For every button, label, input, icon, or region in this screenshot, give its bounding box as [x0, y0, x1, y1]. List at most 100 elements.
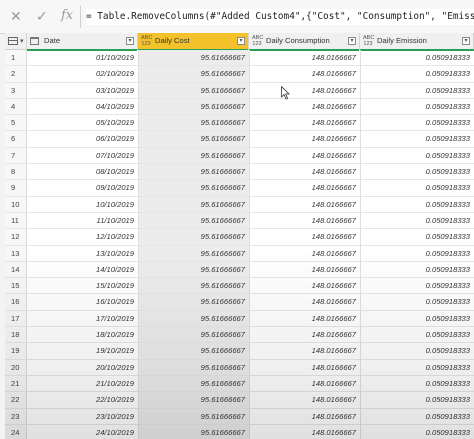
table-row[interactable]: 18 18/10/2019 95.61666667 148.0166667 0.0509… — [5, 327, 474, 344]
check-icon[interactable]: ✓ — [36, 9, 48, 23]
cell-daily-cost[interactable]: 95.61666667 — [138, 343, 249, 359]
cell-daily-cost[interactable]: 95.61666667 — [138, 294, 249, 310]
row-number[interactable]: 3 — [5, 82, 27, 98]
cell-daily-consumption[interactable]: 148.0166667 — [249, 343, 360, 358]
cell-date[interactable]: 04/10/2019 — [27, 99, 138, 114]
row-number[interactable]: 8 — [5, 164, 27, 180]
cell-daily-consumption[interactable]: 148.0166667 — [249, 83, 360, 98]
filter-dropdown-button[interactable]: ▾ — [348, 37, 356, 45]
cell-daily-cost[interactable]: 95.61666667 — [138, 408, 249, 424]
cell-daily-emission[interactable]: 0.050918333 — [360, 294, 474, 309]
column-header-daily-emission[interactable]: ABC 123 Daily Emission ▾ — [360, 33, 474, 49]
row-number[interactable]: 10 — [5, 196, 27, 212]
cell-daily-consumption[interactable]: 148.0166667 — [249, 262, 360, 277]
table-row[interactable]: 19 19/10/2019 95.61666667 148.0166667 0.0509… — [5, 343, 474, 360]
cell-daily-consumption[interactable]: 148.0166667 — [249, 197, 360, 212]
cell-daily-cost[interactable]: 95.61666667 — [138, 82, 249, 98]
cell-daily-emission[interactable]: 0.050918333 — [360, 50, 474, 65]
row-number[interactable]: 23 — [5, 408, 27, 424]
cell-daily-emission[interactable]: 0.050918333 — [360, 262, 474, 277]
cell-date[interactable]: 20/10/2019 — [27, 360, 138, 375]
cell-daily-cost[interactable]: 95.61666667 — [138, 424, 249, 439]
table-row[interactable]: 20 20/10/2019 95.61666667 148.0166667 0.0509… — [5, 359, 474, 376]
cell-daily-emission[interactable]: 0.050918333 — [360, 131, 474, 146]
cell-date[interactable]: 12/10/2019 — [27, 229, 138, 244]
cell-daily-emission[interactable]: 0.050918333 — [360, 229, 474, 244]
cell-daily-emission[interactable]: 0.050918333 — [360, 392, 474, 407]
filter-dropdown-button[interactable]: ▾ — [462, 37, 470, 45]
table-row[interactable]: 3 03/10/2019 95.61666667 148.0166667 0.05091… — [5, 82, 474, 99]
cell-daily-emission[interactable]: 0.050918333 — [360, 115, 474, 130]
cell-daily-emission[interactable]: 0.050918333 — [360, 343, 474, 358]
cell-date[interactable]: 08/10/2019 — [27, 164, 138, 179]
cell-daily-consumption[interactable]: 148.0166667 — [249, 99, 360, 114]
cell-daily-consumption[interactable]: 148.0166667 — [249, 66, 360, 81]
table-row[interactable]: 4 04/10/2019 95.61666667 148.0166667 0.05091… — [5, 98, 474, 116]
cell-date[interactable]: 06/10/2019 — [27, 131, 138, 146]
formula-input[interactable]: = Table.RemoveColumns(#"Added Custom4",{… — [86, 9, 474, 25]
row-number[interactable]: 20 — [5, 359, 27, 375]
cell-date[interactable]: 01/10/2019 — [27, 50, 138, 65]
cell-daily-emission[interactable]: 0.050918333 — [360, 376, 474, 391]
row-number[interactable]: 18 — [5, 327, 27, 343]
cell-daily-cost[interactable]: 95.61666667 — [138, 50, 249, 66]
cell-daily-cost[interactable]: 95.61666667 — [138, 98, 249, 115]
table-row[interactable]: 23 23/10/2019 95.61666667 148.0166667 0.0509… — [5, 408, 474, 425]
row-number[interactable]: 17 — [5, 310, 27, 327]
row-number[interactable]: 15 — [5, 278, 27, 294]
table-row[interactable]: 7 07/10/2019 95.61666667 148.0166667 0.05091… — [5, 147, 474, 165]
cell-daily-emission[interactable]: 0.050918333 — [360, 99, 474, 114]
cell-daily-consumption[interactable]: 148.0166667 — [249, 409, 360, 424]
table-row[interactable]: 14 14/10/2019 95.61666667 148.0166667 0.0509… — [5, 261, 474, 279]
cell-daily-cost[interactable]: 95.61666667 — [138, 327, 249, 343]
cell-daily-consumption[interactable]: 148.0166667 — [249, 278, 360, 293]
cell-daily-consumption[interactable]: 148.0166667 — [249, 246, 360, 261]
cell-daily-cost[interactable]: 95.61666667 — [138, 229, 249, 245]
table-row[interactable]: 6 06/10/2019 95.61666667 148.0166667 0.05091… — [5, 131, 474, 148]
cell-daily-cost[interactable]: 95.61666667 — [138, 261, 249, 278]
cell-date[interactable]: 09/10/2019 — [27, 180, 138, 195]
cell-daily-consumption[interactable]: 148.0166667 — [249, 376, 360, 391]
cell-daily-cost[interactable]: 95.61666667 — [138, 245, 249, 261]
row-number[interactable]: 6 — [5, 131, 27, 147]
table-row[interactable]: 24 24/10/2019 95.61666667 148.0166667 0.0509… — [5, 424, 474, 439]
cell-daily-cost[interactable]: 95.61666667 — [138, 310, 249, 327]
row-number[interactable]: 1 — [5, 50, 27, 66]
cell-daily-emission[interactable]: 0.050918333 — [360, 327, 474, 342]
cell-date[interactable]: 18/10/2019 — [27, 327, 138, 342]
cell-daily-emission[interactable]: 0.050918333 — [360, 246, 474, 261]
cell-daily-emission[interactable]: 0.050918333 — [360, 164, 474, 179]
cell-date[interactable]: 16/10/2019 — [27, 294, 138, 309]
cell-daily-emission[interactable]: 0.050918333 — [360, 66, 474, 81]
cell-daily-consumption[interactable]: 148.0166667 — [249, 327, 360, 342]
row-number[interactable]: 2 — [5, 66, 27, 82]
row-number[interactable]: 14 — [5, 261, 27, 278]
cell-daily-emission[interactable]: 0.050918333 — [360, 197, 474, 212]
cell-date[interactable]: 19/10/2019 — [27, 343, 138, 358]
cell-date[interactable]: 23/10/2019 — [27, 409, 138, 424]
cell-daily-cost[interactable]: 95.61666667 — [138, 375, 249, 392]
table-row[interactable]: 10 10/10/2019 95.61666667 148.0166667 0.0509… — [5, 196, 474, 213]
table-row[interactable]: 12 12/10/2019 95.61666667 148.0166667 0.0509… — [5, 229, 474, 246]
column-header-daily-cost[interactable]: ABC 123 Daily Cost ▾ — [138, 33, 249, 49]
cell-date[interactable]: 17/10/2019 — [27, 311, 138, 326]
cell-daily-cost[interactable]: 95.61666667 — [138, 164, 249, 180]
cell-daily-emission[interactable]: 0.050918333 — [360, 148, 474, 163]
table-row[interactable]: 16 16/10/2019 95.61666667 148.0166667 0.0509… — [5, 294, 474, 311]
cell-daily-cost[interactable]: 95.61666667 — [138, 212, 249, 229]
cell-daily-cost[interactable]: 95.61666667 — [138, 392, 249, 408]
cell-daily-consumption[interactable]: 148.0166667 — [249, 164, 360, 179]
row-number[interactable]: 11 — [5, 212, 27, 229]
table-row[interactable]: 11 11/10/2019 95.61666667 148.0166667 0.0509… — [5, 212, 474, 230]
cell-date[interactable]: 21/10/2019 — [27, 376, 138, 391]
cell-date[interactable]: 10/10/2019 — [27, 197, 138, 212]
cell-daily-emission[interactable]: 0.050918333 — [360, 278, 474, 293]
cell-daily-consumption[interactable]: 148.0166667 — [249, 148, 360, 163]
row-number[interactable]: 24 — [5, 424, 27, 439]
fx-icon[interactable]: fx — [61, 9, 73, 23]
cell-date[interactable]: 22/10/2019 — [27, 392, 138, 407]
cell-date[interactable]: 24/10/2019 — [27, 425, 138, 439]
row-number[interactable]: 12 — [5, 229, 27, 245]
cell-daily-consumption[interactable]: 148.0166667 — [249, 229, 360, 244]
cell-daily-cost[interactable]: 95.61666667 — [138, 359, 249, 375]
